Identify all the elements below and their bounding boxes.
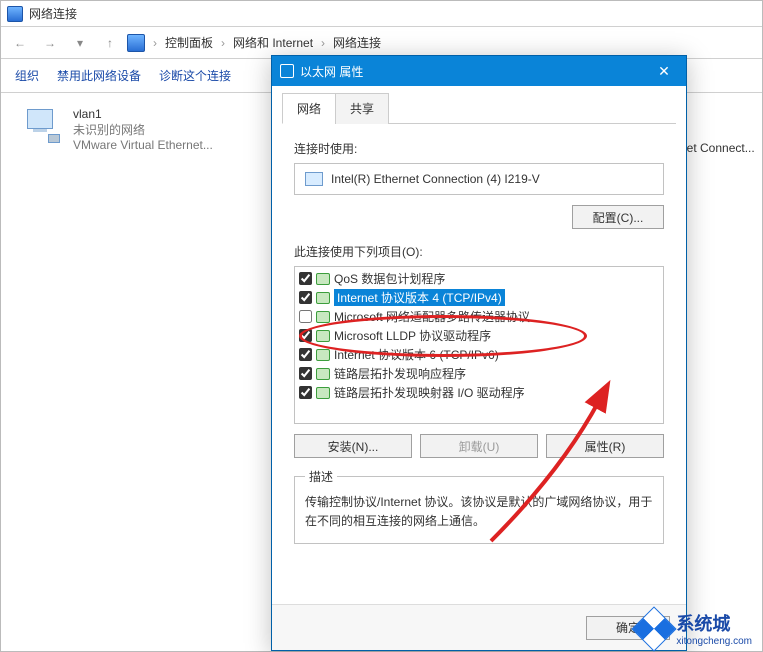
description-box: 描述 传输控制协议/Internet 协议。该协议是默认的广域网络协议，用于在不…	[294, 468, 664, 544]
breadcrumb-item[interactable]: 控制面板	[165, 34, 213, 51]
description-text: 传输控制协议/Internet 协议。该协议是默认的广域网络协议，用于在不同的相…	[305, 493, 653, 531]
connect-using-label: 连接时使用:	[294, 140, 664, 157]
properties-button[interactable]: 属性(R)	[546, 434, 664, 458]
adapter-display: Intel(R) Ethernet Connection (4) I219-V	[294, 163, 664, 195]
dialog-icon	[280, 64, 294, 78]
item-label: 链路层拓扑发现映射器 I/O 驱动程序	[334, 384, 525, 401]
nav-recent-dropdown[interactable]: ▾	[67, 30, 93, 56]
item-checkbox[interactable]	[299, 367, 312, 380]
description-legend: 描述	[305, 468, 337, 485]
control-panel-icon	[127, 34, 145, 52]
nav-forward-button[interactable]: →	[37, 30, 63, 56]
adapter-status: 未识别的网络	[73, 121, 213, 138]
network-item[interactable]: 链路层拓扑发现映射器 I/O 驱动程序	[295, 383, 663, 402]
network-item[interactable]: 链路层拓扑发现响应程序	[295, 364, 663, 383]
network-item[interactable]: QoS 数据包计划程序	[295, 269, 663, 288]
item-checkbox[interactable]	[299, 348, 312, 361]
items-label: 此连接使用下列项目(O):	[294, 243, 664, 260]
adapter-item-vlan1[interactable]: vlan1 未识别的网络 VMware Virtual Ethernet...	[73, 107, 213, 152]
configure-button[interactable]: 配置(C)...	[572, 205, 664, 229]
item-checkbox[interactable]	[299, 310, 312, 323]
adapter-name: vlan1	[73, 107, 213, 121]
window-title: 网络连接	[29, 5, 77, 22]
window-icon	[7, 6, 23, 22]
watermark-url: xitongcheng.com	[676, 636, 752, 647]
diagnose-connection-button[interactable]: 诊断这个连接	[159, 67, 231, 84]
breadcrumb-item[interactable]: 网络连接	[333, 34, 381, 51]
watermark-name: 系统城	[676, 614, 730, 634]
close-button[interactable]: ✕	[650, 61, 678, 81]
nav-up-button[interactable]: ↑	[97, 30, 123, 56]
chevron-right-icon: ›	[149, 36, 161, 50]
nav-back-button[interactable]: ←	[7, 30, 33, 56]
chevron-right-icon: ›	[217, 36, 229, 50]
annotation-circle	[299, 315, 587, 357]
network-item[interactable]: Internet 协议版本 4 (TCP/IPv4)	[295, 288, 663, 307]
protocol-icon	[316, 311, 330, 323]
protocol-icon	[316, 292, 330, 304]
uninstall-button: 卸载(U)	[420, 434, 538, 458]
tab-sharing[interactable]: 共享	[335, 93, 389, 124]
install-button[interactable]: 安装(N)...	[294, 434, 412, 458]
dialog-title: 以太网 属性	[300, 63, 363, 80]
item-checkbox[interactable]	[299, 291, 312, 304]
item-label: 链路层拓扑发现响应程序	[334, 365, 466, 382]
protocol-icon	[316, 368, 330, 380]
network-adapter-icon	[21, 107, 65, 143]
item-label: Internet 协议版本 4 (TCP/IPv4)	[334, 289, 505, 306]
item-checkbox[interactable]	[299, 272, 312, 285]
adapter-device: VMware Virtual Ethernet...	[73, 138, 213, 152]
cut-off-label: net Connect...	[680, 141, 756, 155]
watermark-logo-icon	[632, 606, 677, 651]
chevron-right-icon: ›	[317, 36, 329, 50]
adapter-name-text: Intel(R) Ethernet Connection (4) I219-V	[331, 172, 540, 186]
watermark: 系统城 xitongcheng.com	[638, 610, 752, 647]
protocol-icon	[316, 387, 330, 399]
protocol-icon	[316, 273, 330, 285]
organize-menu[interactable]: 组织	[15, 67, 39, 84]
protocol-icon	[316, 349, 330, 361]
item-label: QoS 数据包计划程序	[334, 270, 445, 287]
breadcrumb-item[interactable]: 网络和 Internet	[233, 34, 313, 51]
item-checkbox[interactable]	[299, 386, 312, 399]
tab-network[interactable]: 网络	[282, 93, 336, 124]
network-card-icon	[305, 172, 323, 186]
disable-device-button[interactable]: 禁用此网络设备	[57, 67, 141, 84]
